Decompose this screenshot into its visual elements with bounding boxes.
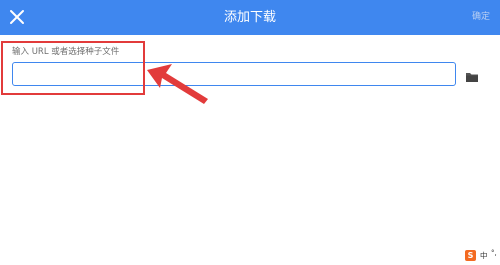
ime-punctuation-toggle[interactable]: °, [491, 249, 497, 258]
add-download-screen: 添加下载 确定 输入 URL 或者选择种子文件 S 中 °, [0, 0, 500, 265]
url-field-label: 输入 URL 或者选择种子文件 [12, 47, 120, 57]
ime-mode-toggle[interactable]: 中 [480, 250, 488, 261]
folder-icon [466, 73, 478, 82]
ime-logo-icon[interactable]: S [465, 250, 476, 261]
app-bar: 添加下载 确定 [0, 0, 500, 35]
confirm-button[interactable]: 确定 [472, 0, 490, 35]
url-input[interactable] [12, 62, 456, 86]
annotation-arrow-icon [147, 64, 208, 104]
choose-torrent-button[interactable] [465, 68, 479, 82]
ime-toolbar: S 中 °, [448, 247, 500, 265]
page-title: 添加下载 [223, 10, 276, 25]
